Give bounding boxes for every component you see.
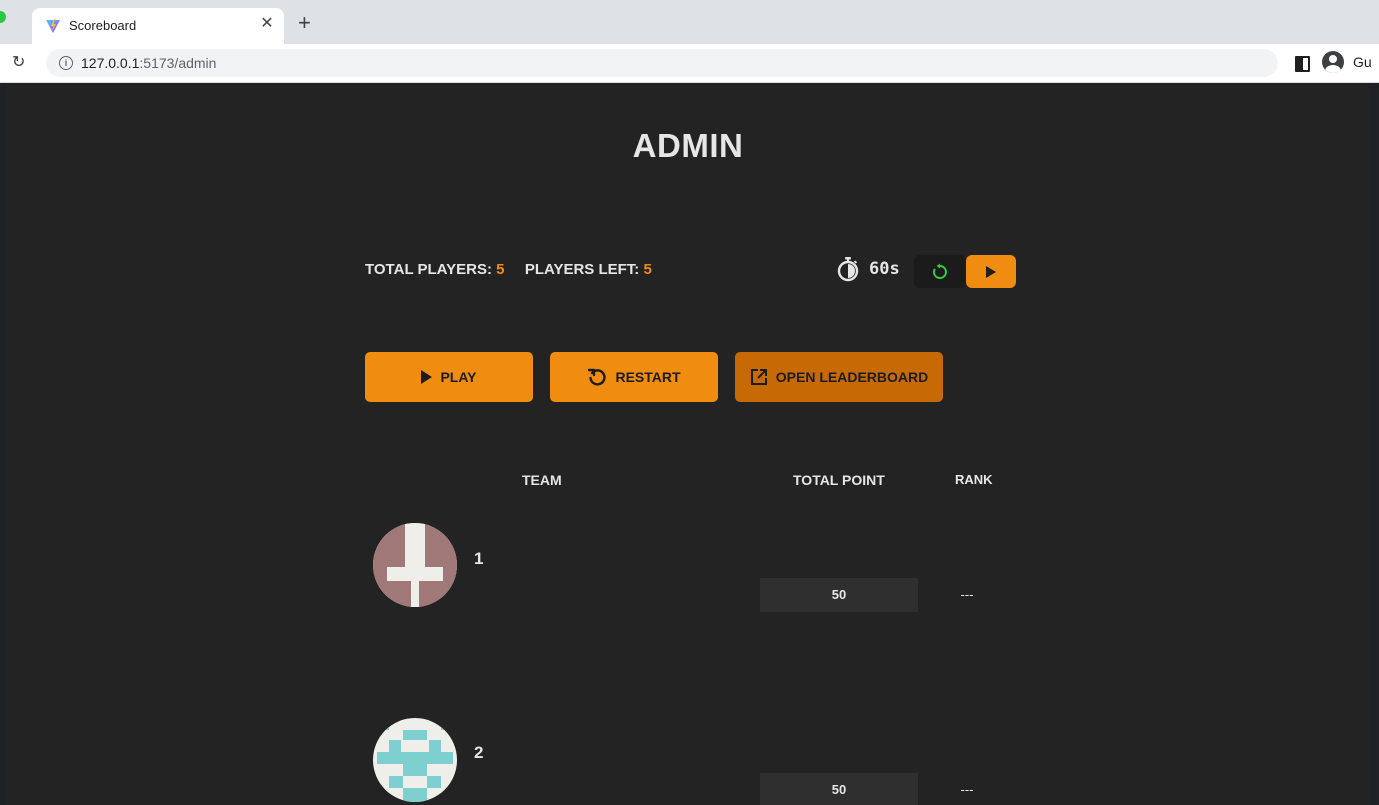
team-number: 2 [474, 743, 484, 762]
stopwatch-icon [837, 257, 859, 282]
identicon-image [373, 523, 457, 607]
browser-toolbar: ↻ i 127.0.0.1:5173/admin Gu [0, 44, 1379, 83]
column-header-total-point: TOTAL POINT [793, 472, 885, 488]
play-icon [421, 370, 433, 384]
new-tab-icon[interactable]: + [298, 12, 311, 34]
team-rank: --- [960, 782, 974, 797]
table-row: 1 50 --- [7, 523, 1369, 643]
total-players-label: TOTAL PLAYERS: [365, 261, 492, 278]
players-left-value: 5 [643, 261, 652, 278]
vite-logo-icon [46, 19, 60, 33]
open-leaderboard-label: OPEN LEADERBOARD [775, 369, 929, 385]
external-link-icon [750, 369, 767, 385]
reload-icon[interactable]: ↻ [12, 53, 32, 73]
tab-close-icon[interactable]: ✕ [258, 15, 276, 33]
side-panel-icon[interactable] [1295, 56, 1310, 72]
tab-title: Scoreboard [69, 18, 137, 33]
column-header-team: TEAM [522, 472, 562, 488]
identicon-image [377, 724, 453, 802]
url-text: 127.0.0.1:5173/admin [81, 55, 216, 71]
profile-avatar-icon[interactable] [1322, 51, 1344, 73]
team-number: 1 [474, 549, 484, 568]
table-row: 2 50 --- [7, 717, 1369, 805]
play-button[interactable]: PLAY [365, 352, 533, 402]
open-leaderboard-button[interactable]: OPEN LEADERBOARD [735, 352, 943, 402]
site-info-icon[interactable]: i [59, 56, 73, 70]
browser-tab[interactable]: Scoreboard ✕ [32, 8, 284, 44]
players-left-label: PLAYERS LEFT: [524, 261, 640, 278]
column-header-rank: RANK [955, 472, 993, 487]
profile-label[interactable]: Gu [1353, 54, 1372, 70]
team-rank: --- [960, 587, 974, 602]
timer-value: 60s [869, 259, 900, 279]
team-points[interactable]: 50 [760, 578, 918, 612]
team-points[interactable]: 50 [760, 773, 918, 805]
address-bar[interactable]: i 127.0.0.1:5173/admin [46, 49, 1278, 77]
team-avatar [373, 523, 457, 607]
team-avatar [373, 718, 457, 802]
restart-button-label: RESTART [615, 369, 681, 385]
admin-page: ADMIN TOTAL PLAYERS: 5 PLAYERS LEFT: 5 6… [7, 83, 1369, 805]
url-path: :5173/admin [139, 55, 217, 71]
player-stats: TOTAL PLAYERS: 5 PLAYERS LEFT: 5 [365, 261, 652, 278]
timer-start-button[interactable] [966, 255, 1016, 288]
window-control-dot[interactable] [0, 11, 6, 23]
play-icon [986, 266, 996, 278]
browser-tabstrip: Scoreboard ✕ + [0, 0, 1379, 44]
timer-reset-button[interactable] [914, 255, 966, 288]
total-players-value: 5 [496, 261, 505, 278]
page-title: ADMIN [632, 127, 744, 164]
restart-icon [588, 368, 607, 386]
reset-icon [932, 263, 947, 279]
url-host: 127.0.0.1 [81, 55, 140, 71]
play-button-label: PLAY [440, 369, 477, 385]
restart-button[interactable]: RESTART [550, 352, 718, 402]
